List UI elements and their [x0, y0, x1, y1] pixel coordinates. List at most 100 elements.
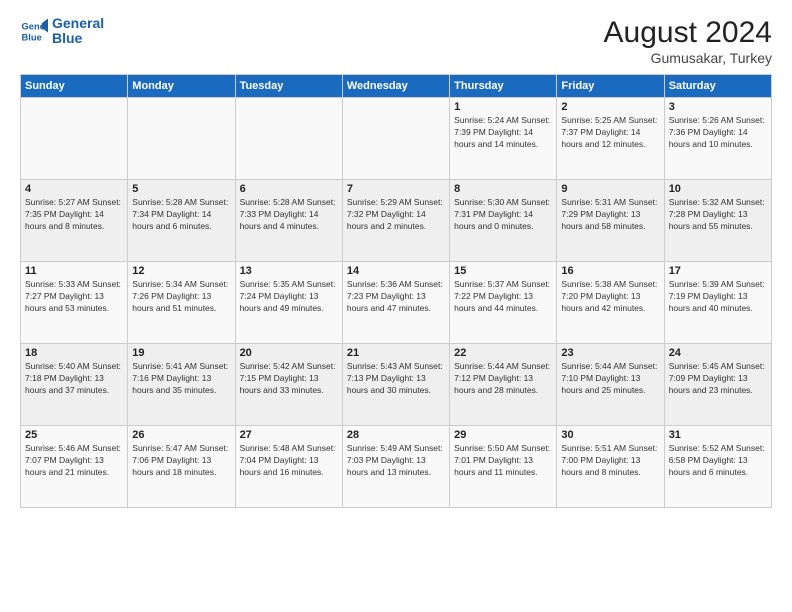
title-block: August 2024 Gumusakar, Turkey: [604, 16, 772, 66]
day-cell: 19Sunrise: 5:41 AM Sunset: 7:16 PM Dayli…: [128, 344, 235, 426]
day-info: Sunrise: 5:42 AM Sunset: 7:15 PM Dayligh…: [240, 361, 338, 397]
day-cell: [21, 98, 128, 180]
day-cell: 9 Sunrise: 5:31 AM Sunset: 7:29 PM Daylig…: [557, 180, 664, 262]
col-tuesday: Tuesday: [235, 75, 342, 98]
logo-line1: General: [52, 15, 104, 31]
header: General Blue General Blue August 2024 Gu…: [20, 16, 772, 66]
day-number: 6: [240, 183, 338, 195]
month-year: August 2024: [604, 16, 772, 50]
day-info: Sunrise: 5:32 AM Sunset: 7:28 PM Dayligh…: [669, 197, 767, 233]
day-cell: 21 Sunrise: 5:43 AM Sunset: 7:13 PM Dayli…: [342, 344, 449, 426]
col-sunday: Sunday: [21, 75, 128, 98]
day-number: 16: [561, 265, 659, 277]
day-cell: [128, 98, 235, 180]
day-info: Sunrise: 5:33 AM Sunset: 7:27 PM Dayligh…: [25, 279, 123, 315]
day-number: 18: [25, 347, 123, 359]
day-number: 24: [669, 347, 767, 359]
location: Gumusakar, Turkey: [604, 50, 772, 66]
day-number: 7: [347, 183, 445, 195]
day-cell: 30Sunrise: 5:51 AM Sunset: 7:00 PM Dayli…: [557, 426, 664, 508]
day-cell: 31Sunrise: 5:52 AM Sunset: 6:58 PM Dayli…: [664, 426, 771, 508]
day-number: 31: [669, 429, 767, 441]
day-number: 3: [669, 101, 767, 113]
day-number: 26: [132, 429, 230, 441]
day-cell: 13Sunrise: 5:35 AM Sunset: 7:24 PM Dayli…: [235, 262, 342, 344]
day-info: Sunrise: 5:31 AM Sunset: 7:29 PM Dayligh…: [561, 197, 659, 233]
day-info: Sunrise: 5:29 AM Sunset: 7:32 PM Dayligh…: [347, 197, 445, 233]
day-cell: 2 Sunrise: 5:25 AM Sunset: 7:37 PM Daylig…: [557, 98, 664, 180]
day-number: 5: [132, 183, 230, 195]
week-row-1: 1Sunrise: 5:24 AM Sunset: 7:39 PM Daylig…: [21, 98, 772, 180]
day-number: 9: [561, 183, 659, 195]
day-cell: [342, 98, 449, 180]
day-number: 30: [561, 429, 659, 441]
day-number: 29: [454, 429, 552, 441]
col-monday: Monday: [128, 75, 235, 98]
day-number: 25: [25, 429, 123, 441]
logo-icon: General Blue: [20, 17, 48, 45]
week-row-4: 18 Sunrise: 5:40 AM Sunset: 7:18 PM Dayli…: [21, 344, 772, 426]
day-cell: 8Sunrise: 5:30 AM Sunset: 7:31 PM Daylig…: [450, 180, 557, 262]
day-info: Sunrise: 5:43 AM Sunset: 7:13 PM Dayligh…: [347, 361, 445, 397]
day-number: 28: [347, 429, 445, 441]
day-cell: 28Sunrise: 5:49 AM Sunset: 7:03 PM Dayli…: [342, 426, 449, 508]
day-info: Sunrise: 5:48 AM Sunset: 7:04 PM Dayligh…: [240, 443, 338, 479]
day-info: Sunrise: 5:28 AM Sunset: 7:34 PM Dayligh…: [132, 197, 230, 233]
day-cell: 5 Sunrise: 5:28 AM Sunset: 7:34 PM Daylig…: [128, 180, 235, 262]
day-number: 21: [347, 347, 445, 359]
col-wednesday: Wednesday: [342, 75, 449, 98]
day-number: 12: [132, 265, 230, 277]
day-number: 11: [25, 265, 123, 277]
day-info: Sunrise: 5:24 AM Sunset: 7:39 PM Dayligh…: [454, 115, 552, 151]
col-thursday: Thursday: [450, 75, 557, 98]
logo-line2: Blue: [52, 30, 82, 46]
day-number: 15: [454, 265, 552, 277]
day-number: 10: [669, 183, 767, 195]
day-cell: 4 Sunrise: 5:27 AM Sunset: 7:35 PM Daylig…: [21, 180, 128, 262]
day-info: Sunrise: 5:37 AM Sunset: 7:22 PM Dayligh…: [454, 279, 552, 315]
day-info: Sunrise: 5:28 AM Sunset: 7:33 PM Dayligh…: [240, 197, 338, 233]
weekday-row: Sunday Monday Tuesday Wednesday Thursday…: [21, 75, 772, 98]
day-cell: 18 Sunrise: 5:40 AM Sunset: 7:18 PM Dayli…: [21, 344, 128, 426]
logo: General Blue General Blue: [20, 16, 104, 47]
day-cell: 10 Sunrise: 5:32 AM Sunset: 7:28 PM Dayli…: [664, 180, 771, 262]
week-row-3: 11 Sunrise: 5:33 AM Sunset: 7:27 PM Dayli…: [21, 262, 772, 344]
day-info: Sunrise: 5:27 AM Sunset: 7:35 PM Dayligh…: [25, 197, 123, 233]
day-cell: 25Sunrise: 5:46 AM Sunset: 7:07 PM Dayli…: [21, 426, 128, 508]
day-cell: 1Sunrise: 5:24 AM Sunset: 7:39 PM Daylig…: [450, 98, 557, 180]
day-number: 4: [25, 183, 123, 195]
day-cell: 22Sunrise: 5:44 AM Sunset: 7:12 PM Dayli…: [450, 344, 557, 426]
day-cell: 11 Sunrise: 5:33 AM Sunset: 7:27 PM Dayli…: [21, 262, 128, 344]
day-info: Sunrise: 5:45 AM Sunset: 7:09 PM Dayligh…: [669, 361, 767, 397]
day-cell: 6 Sunrise: 5:28 AM Sunset: 7:33 PM Daylig…: [235, 180, 342, 262]
day-info: Sunrise: 5:39 AM Sunset: 7:19 PM Dayligh…: [669, 279, 767, 315]
day-number: 20: [240, 347, 338, 359]
day-info: Sunrise: 5:40 AM Sunset: 7:18 PM Dayligh…: [25, 361, 123, 397]
col-friday: Friday: [557, 75, 664, 98]
week-row-5: 25Sunrise: 5:46 AM Sunset: 7:07 PM Dayli…: [21, 426, 772, 508]
day-info: Sunrise: 5:50 AM Sunset: 7:01 PM Dayligh…: [454, 443, 552, 479]
day-number: 19: [132, 347, 230, 359]
day-info: Sunrise: 5:47 AM Sunset: 7:06 PM Dayligh…: [132, 443, 230, 479]
calendar-header: Sunday Monday Tuesday Wednesday Thursday…: [21, 75, 772, 98]
day-cell: 17 Sunrise: 5:39 AM Sunset: 7:19 PM Dayli…: [664, 262, 771, 344]
day-cell: 24 Sunrise: 5:45 AM Sunset: 7:09 PM Dayli…: [664, 344, 771, 426]
day-info: Sunrise: 5:26 AM Sunset: 7:36 PM Dayligh…: [669, 115, 767, 151]
day-number: 8: [454, 183, 552, 195]
day-number: 14: [347, 265, 445, 277]
day-number: 17: [669, 265, 767, 277]
day-info: Sunrise: 5:44 AM Sunset: 7:10 PM Dayligh…: [561, 361, 659, 397]
day-info: Sunrise: 5:25 AM Sunset: 7:37 PM Dayligh…: [561, 115, 659, 151]
day-cell: 27 Sunrise: 5:48 AM Sunset: 7:04 PM Dayli…: [235, 426, 342, 508]
day-number: 13: [240, 265, 338, 277]
day-number: 2: [561, 101, 659, 113]
day-number: 27: [240, 429, 338, 441]
logo-text: General Blue: [52, 16, 104, 47]
day-cell: 15 Sunrise: 5:37 AM Sunset: 7:22 PM Dayli…: [450, 262, 557, 344]
day-info: Sunrise: 5:34 AM Sunset: 7:26 PM Dayligh…: [132, 279, 230, 315]
day-cell: 29 Sunrise: 5:50 AM Sunset: 7:01 PM Dayli…: [450, 426, 557, 508]
week-row-2: 4 Sunrise: 5:27 AM Sunset: 7:35 PM Daylig…: [21, 180, 772, 262]
day-number: 22: [454, 347, 552, 359]
day-info: Sunrise: 5:36 AM Sunset: 7:23 PM Dayligh…: [347, 279, 445, 315]
calendar-body: 1Sunrise: 5:24 AM Sunset: 7:39 PM Daylig…: [21, 98, 772, 508]
